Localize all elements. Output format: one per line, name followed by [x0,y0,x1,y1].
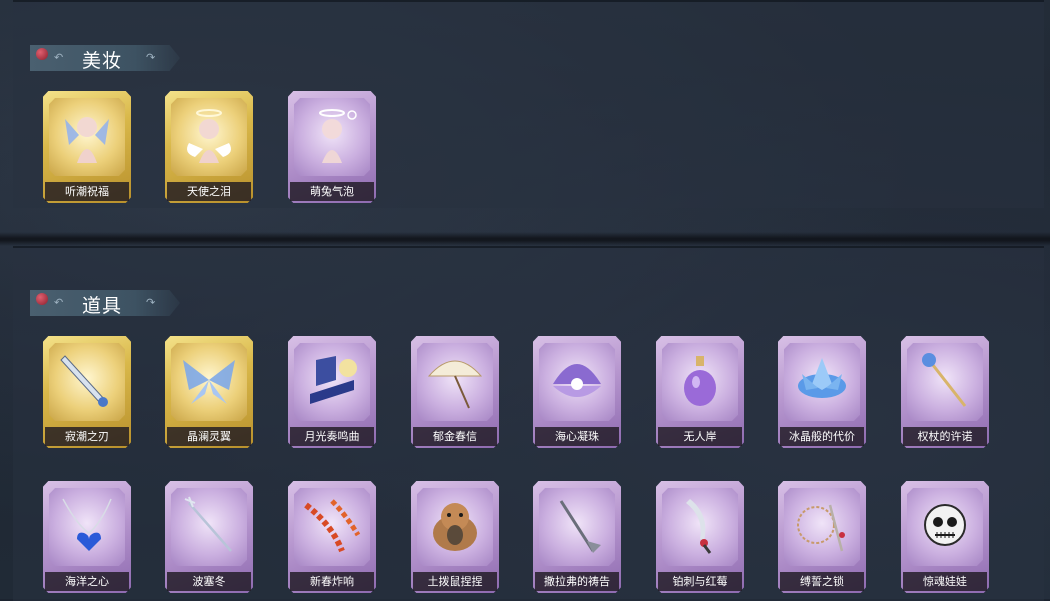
item-card[interactable]: 新春炸响 [288,481,376,593]
heart-necklace-icon [62,498,112,551]
thorn-dagger-icon [686,499,712,554]
section-header-makeup: ↶ 美妆 ↷ [30,45,180,71]
item-card[interactable]: 土拨鼠捏捏 [411,481,499,593]
figure-wings-blue-icon [65,117,109,163]
perfume-bottle-icon [684,356,716,406]
item-card[interactable]: 月光奏鸣曲 [288,336,376,448]
item-label: 月光奏鸣曲 [290,427,374,446]
item-card[interactable]: 撒拉弗的祷告 [533,481,621,593]
item-label: 新春炸响 [290,572,374,591]
chain-lock-icon [797,504,845,552]
item-card[interactable]: 波塞冬 [165,481,253,593]
item-card[interactable]: 海洋之心 [43,481,131,593]
torn-divider [0,232,1050,246]
item-card[interactable]: 无人岸 [656,336,744,448]
item-label: 缚誓之锁 [780,572,864,591]
item-label: 无人岸 [658,427,742,446]
blade-icon [60,355,108,407]
hook-icon: ↶ [54,296,64,309]
item-label: 郁金春信 [413,427,497,446]
crystal-wings-icon [183,360,235,404]
item-card[interactable]: 萌兔气泡 [288,91,376,203]
pin-icon [36,293,48,305]
hook-icon: ↷ [146,51,156,64]
marmot-plush-icon [433,503,477,551]
item-card[interactable]: 郁金春信 [411,336,499,448]
shell-pearl-icon [553,364,601,397]
section-title: 美妆 [82,50,123,72]
pin-icon [36,48,48,60]
item-label: 听潮祝福 [45,182,129,201]
lotus-icon [798,358,846,398]
item-card[interactable]: 冰晶般的代价 [778,336,866,448]
hook-icon: ↷ [146,296,156,309]
item-card[interactable]: 海心凝珠 [533,336,621,448]
item-card[interactable]: 晶澜灵翼 [165,336,253,448]
item-card[interactable]: 天使之泪 [165,91,253,203]
item-label: 冰晶般的代价 [780,427,864,446]
item-card[interactable]: 寂潮之刃 [43,336,131,448]
item-label: 波塞冬 [167,572,251,591]
section-header-props: ↶ 道具 ↷ [30,290,180,316]
item-card[interactable]: 铂刺与红莓 [656,481,744,593]
item-label: 撒拉弗的祷告 [535,572,619,591]
item-label: 海洋之心 [45,572,129,591]
item-label: 晶澜灵翼 [167,427,251,446]
item-label: 寂潮之刃 [45,427,129,446]
firecracker-icon [304,499,361,553]
item-label: 土拨鼠捏捏 [413,572,497,591]
item-card[interactable]: 权杖的许诺 [901,336,989,448]
figure-halo-bubble-icon [319,109,357,163]
item-label: 海心凝珠 [535,427,619,446]
item-label: 惊魂娃娃 [903,572,987,591]
item-card[interactable]: 惊魂娃娃 [901,481,989,593]
item-label: 铂刺与红莓 [658,572,742,591]
item-card[interactable]: 缚誓之锁 [778,481,866,593]
item-label: 天使之泪 [167,182,251,201]
skull-doll-icon [924,504,966,546]
item-label: 权杖的许诺 [903,427,987,446]
item-card[interactable]: 听潮祝福 [43,91,131,203]
scepter-icon [922,353,967,407]
ornate-staff-icon [559,500,601,553]
hook-icon: ↶ [54,51,64,64]
parasol-icon [427,360,483,409]
piano-icon [310,356,357,404]
figure-angel-halo-icon [187,109,231,163]
trident-icon [184,496,232,552]
item-label: 萌兔气泡 [290,182,374,201]
section-title: 道具 [82,295,123,317]
